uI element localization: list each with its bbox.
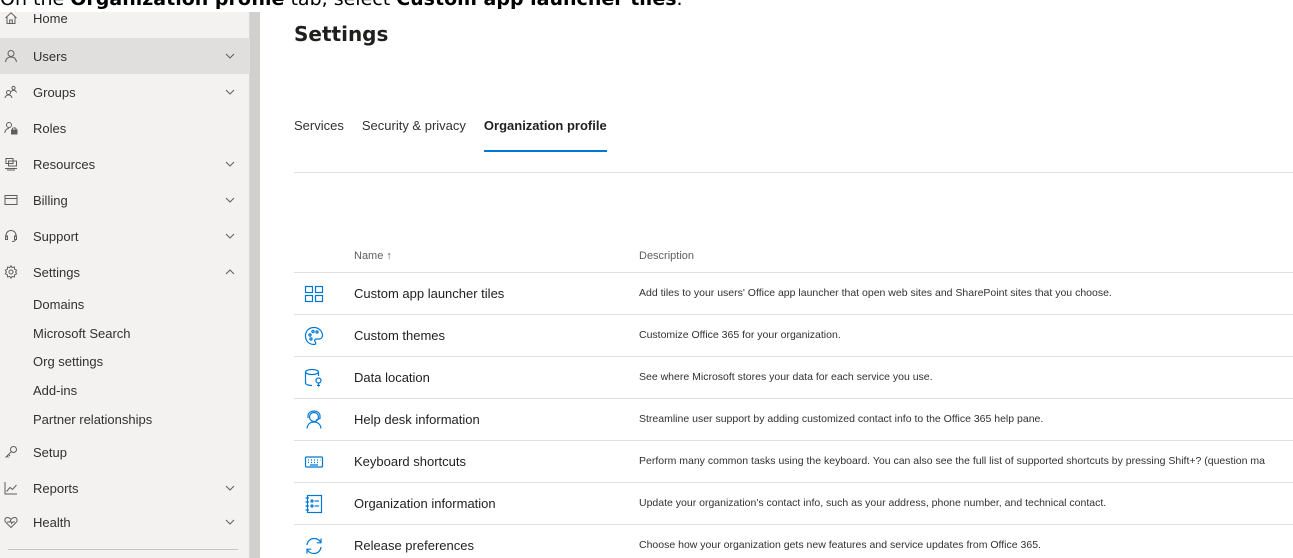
nav-divider [8,549,238,550]
table-row[interactable]: Custom app launcher tiles Add tiles to y… [294,272,1293,314]
user-icon [4,49,18,63]
table-row[interactable]: Keyboard shortcuts Perform many common t… [294,440,1293,482]
column-header-name[interactable]: Name ↑ [354,250,392,262]
row-name: Custom themes [354,328,446,343]
chart-icon [4,481,18,495]
nav-item-label: Home [33,10,68,26]
home-icon [4,11,18,25]
palette-icon [304,326,324,346]
nav-subitem-org-settings[interactable]: Org settings [33,349,103,373]
table-row[interactable]: Release preferences Choose how your orga… [294,524,1293,558]
nav-item-label: Setup [33,444,67,460]
row-description: Perform many common tasks using the keyb… [639,455,1265,467]
row-name: Organization information [354,496,496,511]
row-description: Streamline user support by adding custom… [639,413,1044,425]
key-icon [4,445,18,459]
table-row[interactable]: Data location See where Microsoft stores… [294,356,1293,398]
nav-item-label: Reports [33,480,79,496]
instruction-middle: tab, select [284,0,396,10]
main-content: Settings Services Security & privacy Org… [260,12,1293,558]
nav-item-resources[interactable]: Resources [0,146,250,182]
nav-item-label: Resources [33,156,96,172]
nav-item-health[interactable]: Health [0,504,250,540]
chevron-down-icon[interactable] [224,50,236,62]
row-name: Release preferences [354,538,474,553]
nav-item-label: Settings [33,264,80,280]
nav-subitem-domains[interactable]: Domains [33,292,84,316]
nav-splitter[interactable] [250,12,260,558]
database-icon [304,368,324,388]
chevron-up-icon[interactable] [224,266,236,278]
table-row[interactable]: Custom themes Customize Office 365 for y… [294,314,1293,356]
chevron-down-icon[interactable] [224,230,236,242]
left-nav: Home Users Groups Roles Resources Billin… [0,11,250,558]
org-info-icon [304,494,324,514]
nav-item-label: Roles [33,120,67,136]
tabs-divider [294,172,1293,173]
chevron-down-icon[interactable] [224,194,236,206]
nav-item-reports[interactable]: Reports [0,470,250,506]
row-name: Data location [354,370,430,385]
heart-icon [4,515,18,529]
page-title: Settings [294,22,389,46]
row-description: Customize Office 365 for your organizati… [639,329,841,341]
nav-item-label: Billing [33,192,68,208]
chevron-down-icon[interactable] [224,158,236,170]
nav-item-billing[interactable]: Billing [0,182,250,218]
nav-item-settings[interactable]: Settings [0,254,250,290]
roles-icon [4,121,18,135]
headset-icon [4,229,18,243]
nav-item-label: Users [33,48,67,64]
row-description: Update your organization's contact info,… [639,497,1107,509]
resources-icon [4,157,18,171]
nav-item-users[interactable]: Users [0,38,250,74]
column-header-description[interactable]: Description [639,250,694,262]
nav-item-support[interactable]: Support [0,218,250,254]
nav-item-groups[interactable]: Groups [0,74,250,110]
groups-icon [4,85,18,99]
instruction-suffix: . [677,0,683,10]
chevron-down-icon[interactable] [224,86,236,98]
nav-item-setup[interactable]: Setup [0,434,250,470]
tab-bar: Services Security & privacy Organization… [294,118,625,152]
nav-subitem-partner-relationships[interactable]: Partner relationships [33,407,152,431]
gear-icon [4,265,18,279]
row-description: Choose how your organization gets new fe… [639,539,1041,551]
row-description: See where Microsoft stores your data for… [639,371,933,383]
table-row[interactable]: Help desk information Streamline user su… [294,398,1293,440]
billing-icon [4,193,18,207]
nav-item-home[interactable]: Home [0,4,250,32]
row-name: Help desk information [354,412,480,427]
nav-item-label: Health [33,514,71,530]
keyboard-icon [304,452,324,472]
nav-subitem-add-ins[interactable]: Add-ins [33,378,77,402]
row-name: Keyboard shortcuts [354,454,467,469]
nav-item-roles[interactable]: Roles [0,110,250,146]
tiles-icon [304,284,324,304]
tab-security-privacy[interactable]: Security & privacy [362,118,466,148]
tab-organization-profile[interactable]: Organization profile [483,118,607,152]
nav-subitem-microsoft-search[interactable]: Microsoft Search [33,321,131,345]
nav-item-label: Support [33,228,79,244]
helpdesk-icon [304,410,324,430]
nav-item-label: Groups [33,84,76,100]
instruction-target: Custom app launcher tiles [396,0,676,10]
refresh-icon [304,536,324,556]
chevron-down-icon[interactable] [224,482,236,494]
row-name: Custom app launcher tiles [354,286,505,301]
table-row[interactable]: Organization information Update your org… [294,482,1293,524]
tab-services[interactable]: Services [294,118,344,148]
row-description: Add tiles to your users' Office app laun… [639,287,1112,299]
chevron-down-icon[interactable] [224,516,236,528]
